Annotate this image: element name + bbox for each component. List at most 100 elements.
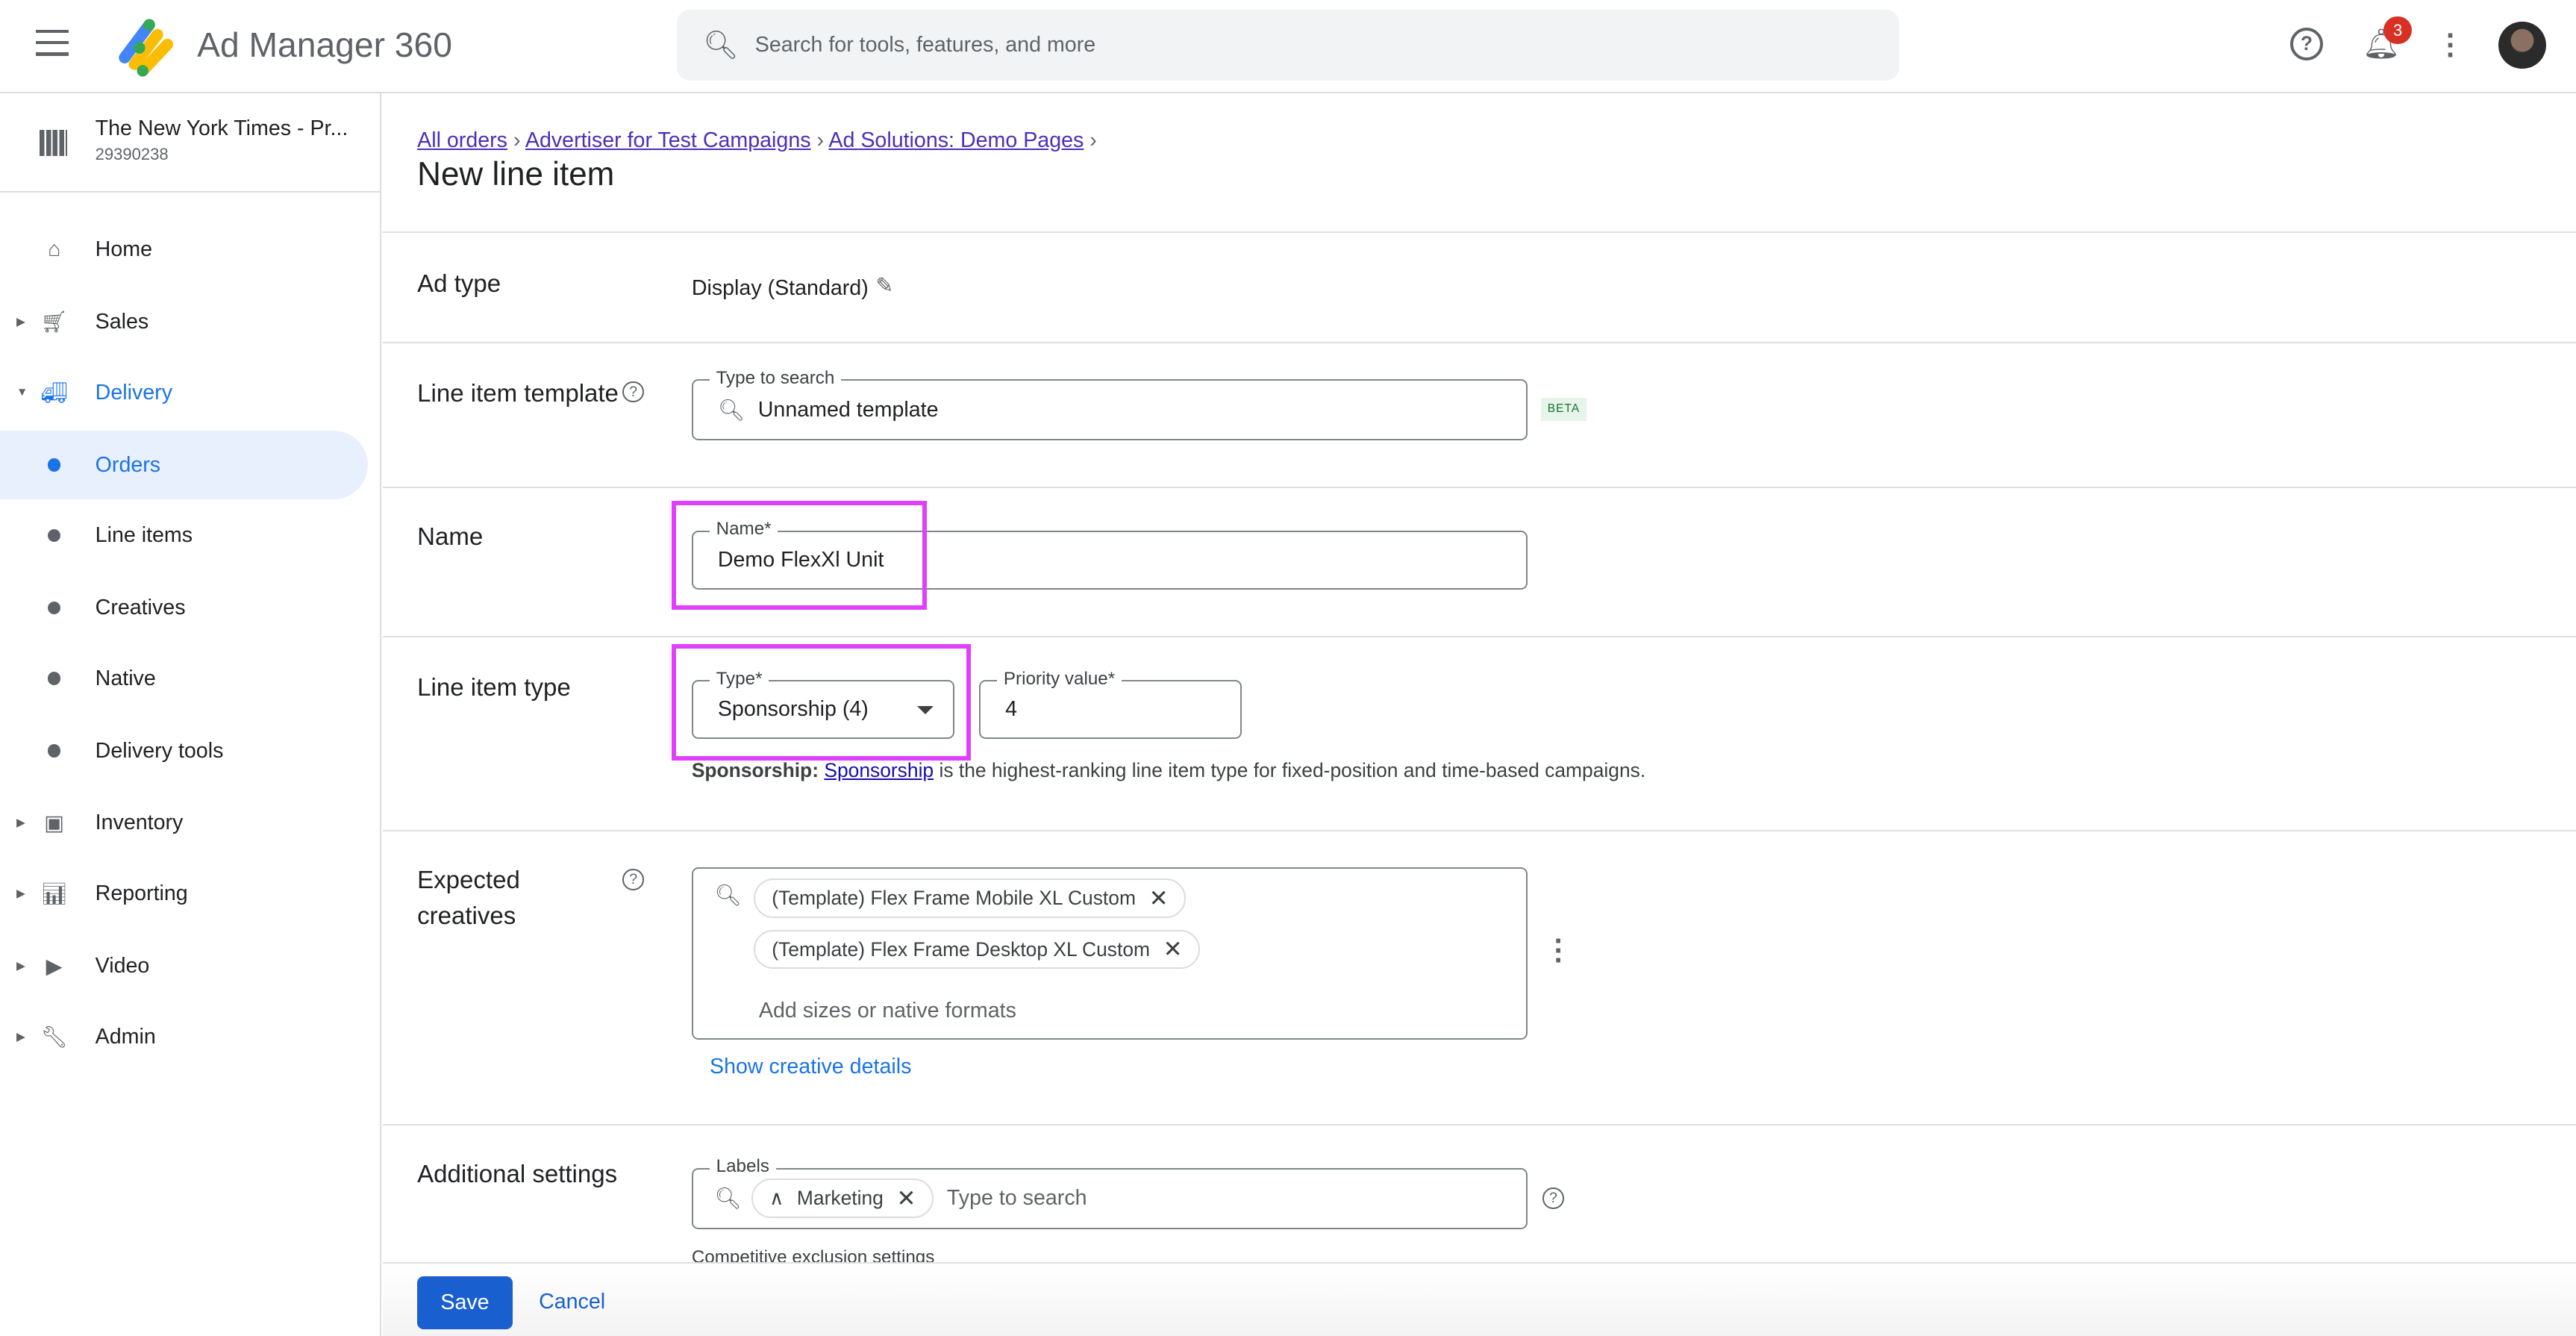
- creatives-input[interactable]: 🔍︎ (Template) Flex Frame Mobile XL Custo…: [691, 867, 1528, 1040]
- label-icon: ∧: [769, 1187, 784, 1210]
- template-row: Line item template ? Type to search 🔍︎ U…: [382, 341, 2576, 487]
- sidebar-item-native[interactable]: Native: [0, 644, 368, 713]
- sidebar-item-label: Delivery tools: [95, 738, 224, 763]
- footer-bar: Save Cancel: [382, 1261, 2576, 1336]
- sidebar-item-label: Admin: [95, 1024, 156, 1049]
- search-input[interactable]: 🔍︎ Search for tools, features, and more: [677, 10, 1899, 81]
- labels-placeholder: Type to search: [946, 1186, 1087, 1211]
- sidebar-item-orders[interactable]: Orders: [0, 430, 369, 500]
- additional-settings-row: Additional settings Labels 🔍︎ ∧ Marketing…: [382, 1123, 2576, 1272]
- help-text: is the highest-ranking line item type fo…: [939, 758, 1646, 781]
- breadcrumb-advertiser[interactable]: Advertiser for Test Campaigns: [525, 128, 811, 152]
- breadcrumb-all-orders[interactable]: All orders: [417, 128, 507, 152]
- caret-right-icon[interactable]: ▶: [16, 959, 25, 973]
- inventory-icon: ▣: [44, 811, 65, 836]
- sidebar-item-label: Delivery: [95, 380, 173, 405]
- more-vert-icon[interactable]: · · ·: [2446, 21, 2456, 70]
- caret-down-icon[interactable]: ▼: [16, 386, 28, 399]
- bullet-icon: [40, 521, 69, 551]
- home-icon: ⌂: [48, 237, 61, 262]
- sidebar-item-label: Inventory: [95, 811, 184, 835]
- sidebar-item-sales[interactable]: ▶ 🛒︎ Sales: [0, 287, 368, 356]
- sidebar-item-label: Line items: [95, 523, 193, 548]
- bullet-icon: [40, 736, 69, 766]
- template-label: Line item template: [417, 379, 619, 408]
- creative-chip[interactable]: (Template) Flex Frame Mobile XL Custom ✕: [754, 878, 1187, 919]
- cart-icon: 🛒︎: [40, 310, 68, 334]
- labels-field-label: Labels: [709, 1156, 776, 1178]
- sidebar-item-label: Sales: [95, 309, 149, 334]
- name-row: Name Name* Demo FlexXl Unit: [382, 486, 2576, 636]
- search-icon: 🔍︎: [717, 398, 745, 422]
- sidebar-item-label: Reporting: [95, 881, 188, 906]
- sidebar-item-label: Native: [95, 666, 156, 690]
- cancel-button[interactable]: Cancel: [539, 1290, 605, 1314]
- sidebar-item-home[interactable]: ⌂ Home: [0, 215, 368, 284]
- avatar[interactable]: [2498, 21, 2547, 69]
- building-icon: [39, 129, 68, 157]
- more-vert-icon[interactable]: · · ·: [1554, 926, 1564, 976]
- sidebar-item-admin[interactable]: ▶ 🔧︎ Admin: [0, 1002, 368, 1071]
- highlight-box: [672, 501, 927, 610]
- sidebar-item-creatives[interactable]: Creatives: [0, 573, 368, 642]
- sponsorship-link[interactable]: Sponsorship: [824, 759, 934, 781]
- template-value: Unnamed template: [757, 397, 939, 422]
- sidebar-item-label: Home: [95, 237, 152, 262]
- menu-icon[interactable]: [36, 29, 69, 56]
- search-icon: 🔍︎: [703, 28, 739, 60]
- sidebar-item-delivery-tools[interactable]: Delivery tools: [0, 717, 368, 785]
- template-field-label: Type to search: [709, 367, 842, 389]
- ad-type-value: Display (Standard): [691, 275, 869, 300]
- help-icon[interactable]: ?: [2289, 28, 2323, 61]
- sidebar-item-reporting[interactable]: ▶ 📊︎ Reporting: [0, 859, 368, 928]
- video-icon: ▶: [46, 954, 63, 978]
- creatives-label-2: creatives: [417, 902, 516, 930]
- label-chip[interactable]: ∧ Marketing ✕: [751, 1179, 934, 1219]
- labels-input[interactable]: Labels 🔍︎ ∧ Marketing ✕ Type to search: [691, 1156, 1528, 1229]
- show-creative-details-link[interactable]: Show creative details: [710, 1055, 911, 1079]
- close-icon[interactable]: ✕: [1149, 885, 1169, 912]
- priority-input[interactable]: Priority value* 4: [979, 668, 1242, 740]
- close-icon[interactable]: ✕: [896, 1185, 916, 1212]
- breadcrumb-order[interactable]: Ad Solutions: Demo Pages: [828, 128, 1084, 152]
- line-item-type-row: Line item type Type* Sponsorship (4) Pri…: [382, 635, 2576, 830]
- caret-right-icon[interactable]: ▶: [16, 887, 25, 901]
- ad-type-label: Ad type: [417, 269, 501, 297]
- chart-icon: 📊︎: [40, 882, 68, 907]
- close-icon[interactable]: ✕: [1163, 936, 1183, 963]
- main-content: All orders › Advertiser for Test Campaig…: [382, 93, 2576, 1336]
- bullet-icon: [40, 450, 69, 480]
- chip-label: (Template) Flex Frame Mobile XL Custom: [772, 887, 1136, 910]
- sidebar-item-delivery[interactable]: ▼ 🚚︎ Delivery: [0, 358, 368, 427]
- notification-badge: 3: [2383, 16, 2412, 45]
- help-icon[interactable]: ?: [1542, 1187, 1564, 1210]
- priority-field-label: Priority value*: [997, 668, 1122, 690]
- sidebar-item-video[interactable]: ▶ ▶ Video: [0, 931, 368, 1000]
- page-title: New line item: [417, 156, 615, 193]
- caret-right-icon[interactable]: ▶: [16, 315, 25, 329]
- help-icon[interactable]: ?: [622, 869, 644, 890]
- edit-pencil-icon[interactable]: ✎: [875, 272, 893, 299]
- sidebar-item-inventory[interactable]: ▶ ▣ Inventory: [0, 789, 368, 858]
- chip-label: Marketing: [796, 1187, 884, 1210]
- creative-chip[interactable]: (Template) Flex Frame Desktop XL Custom ✕: [754, 929, 1201, 970]
- app-title: Ad Manager 360: [197, 25, 452, 65]
- network-name: The New York Times - Pr...: [95, 116, 348, 141]
- help-bold: Sponsorship:: [691, 758, 819, 781]
- priority-value: 4: [1005, 697, 1018, 722]
- name-label: Name: [417, 522, 484, 550]
- caret-right-icon[interactable]: ▶: [16, 816, 25, 830]
- caret-right-icon[interactable]: ▶: [16, 1030, 25, 1044]
- network-switcher[interactable]: The New York Times - Pr... 29390238: [0, 93, 380, 193]
- additional-label: Additional settings: [417, 1160, 618, 1188]
- breadcrumb: All orders › Advertiser for Test Campaig…: [417, 128, 1097, 152]
- template-search-input[interactable]: Type to search 🔍︎ Unnamed template: [691, 367, 1528, 440]
- save-button[interactable]: Save: [417, 1276, 513, 1329]
- creatives-placeholder: Add sizes or native formats: [758, 999, 1016, 1023]
- bullet-icon: [40, 664, 69, 693]
- truck-icon: 🚚︎: [40, 381, 68, 405]
- network-id: 29390238: [95, 144, 169, 163]
- sidebar-item-line-items[interactable]: Line items: [0, 501, 368, 569]
- ad-manager-logo: [119, 19, 174, 77]
- help-icon[interactable]: ?: [622, 381, 644, 403]
